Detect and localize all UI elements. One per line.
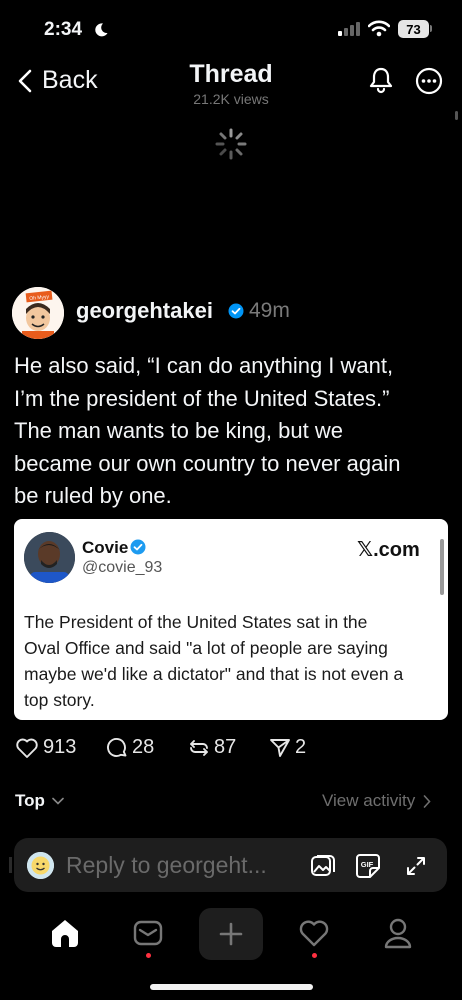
inbox-notification-dot: [146, 953, 151, 958]
quoted-post-card[interactable]: Covie @covie_93 𝕏.com The President of t…: [14, 519, 448, 720]
card-scrollbar[interactable]: [440, 539, 444, 595]
nav-home-icon[interactable]: [49, 918, 81, 948]
plus-icon: [219, 922, 243, 946]
chevron-down-icon: [52, 797, 64, 805]
scrollbar[interactable]: [455, 111, 458, 120]
quoted-text-line: Oval Office and said "a lot of people ar…: [24, 638, 388, 658]
reply-input[interactable]: [66, 849, 306, 881]
activity-notification-dot: [312, 953, 317, 958]
verified-badge-icon: [228, 303, 244, 319]
loading-spinner-icon: [214, 127, 248, 161]
repost-icon: [188, 737, 210, 759]
edge-marker: [9, 857, 12, 873]
more-options-icon[interactable]: [415, 67, 443, 95]
quoted-author-name: Covie: [82, 538, 129, 557]
nav-inbox-icon[interactable]: [133, 920, 163, 948]
verified-badge-icon: [130, 539, 146, 555]
bell-icon[interactable]: [367, 66, 395, 94]
view-activity-link[interactable]: View activity: [322, 791, 431, 811]
post-text-line: I’m the president of the United States.”: [14, 385, 390, 411]
like-count: 913: [43, 736, 77, 758]
sort-dropdown[interactable]: Top: [15, 791, 64, 811]
battery-nub: [430, 25, 432, 32]
author-avatar[interactable]: Oh Myyy: [12, 287, 64, 339]
x-logo-source: 𝕏.com: [357, 539, 420, 561]
nav-compose-button[interactable]: [199, 908, 263, 960]
gif-label: GIF: [361, 860, 374, 869]
reply-count: 28: [132, 736, 155, 758]
share-button[interactable]: 2: [269, 736, 306, 759]
expand-icon[interactable]: [405, 855, 427, 877]
post-text-line: The man wants to be king, but we: [14, 418, 343, 443]
post-timestamp: 49m: [249, 299, 290, 322]
quoted-text-line: maybe we'd like a dictator" and that is …: [24, 664, 404, 684]
nav-activity-icon[interactable]: [298, 919, 330, 947]
post-body: He also said, “I can do anything I want,…: [14, 350, 454, 513]
share-count: 2: [295, 736, 307, 758]
post-author-username[interactable]: georgehtakei: [76, 298, 213, 324]
chevron-right-icon: [423, 794, 431, 808]
post-text-line: became our own country to never again: [14, 450, 401, 476]
view-activity-label: View activity: [322, 791, 416, 810]
quoted-text-line: top story.: [24, 690, 95, 710]
image-attach-icon[interactable]: [310, 853, 336, 879]
moon-icon: [93, 22, 109, 38]
quoted-author-handle: @covie_93: [82, 559, 163, 576]
heart-icon: [15, 737, 39, 759]
like-button[interactable]: 913: [15, 736, 76, 759]
battery-level: 73: [406, 21, 421, 37]
wifi-icon: [368, 20, 390, 37]
user-avatar: [27, 852, 54, 879]
send-icon: [269, 737, 291, 759]
gif-sticker-icon[interactable]: GIF: [355, 853, 381, 879]
reply-button[interactable]: 28: [106, 736, 154, 759]
home-indicator: [150, 984, 313, 990]
comment-icon: [106, 737, 128, 759]
sort-label: Top: [15, 791, 45, 810]
reply-composer[interactable]: GIF: [14, 838, 447, 892]
battery-indicator: 73: [398, 20, 429, 38]
quoted-author-avatar: [24, 532, 75, 583]
post-text-line: He also said, “I can do anything I want,: [14, 353, 394, 378]
status-time: 2:34: [44, 19, 83, 40]
nav-profile-icon[interactable]: [383, 917, 413, 949]
cellular-signal-icon: [338, 22, 362, 36]
post-text-line: be ruled by one.: [14, 483, 172, 508]
quoted-post-body: The President of the United States sat i…: [24, 609, 444, 713]
repost-button[interactable]: 87: [188, 736, 236, 759]
repost-count: 87: [214, 736, 237, 758]
quoted-text-line: The President of the United States sat i…: [24, 612, 368, 632]
